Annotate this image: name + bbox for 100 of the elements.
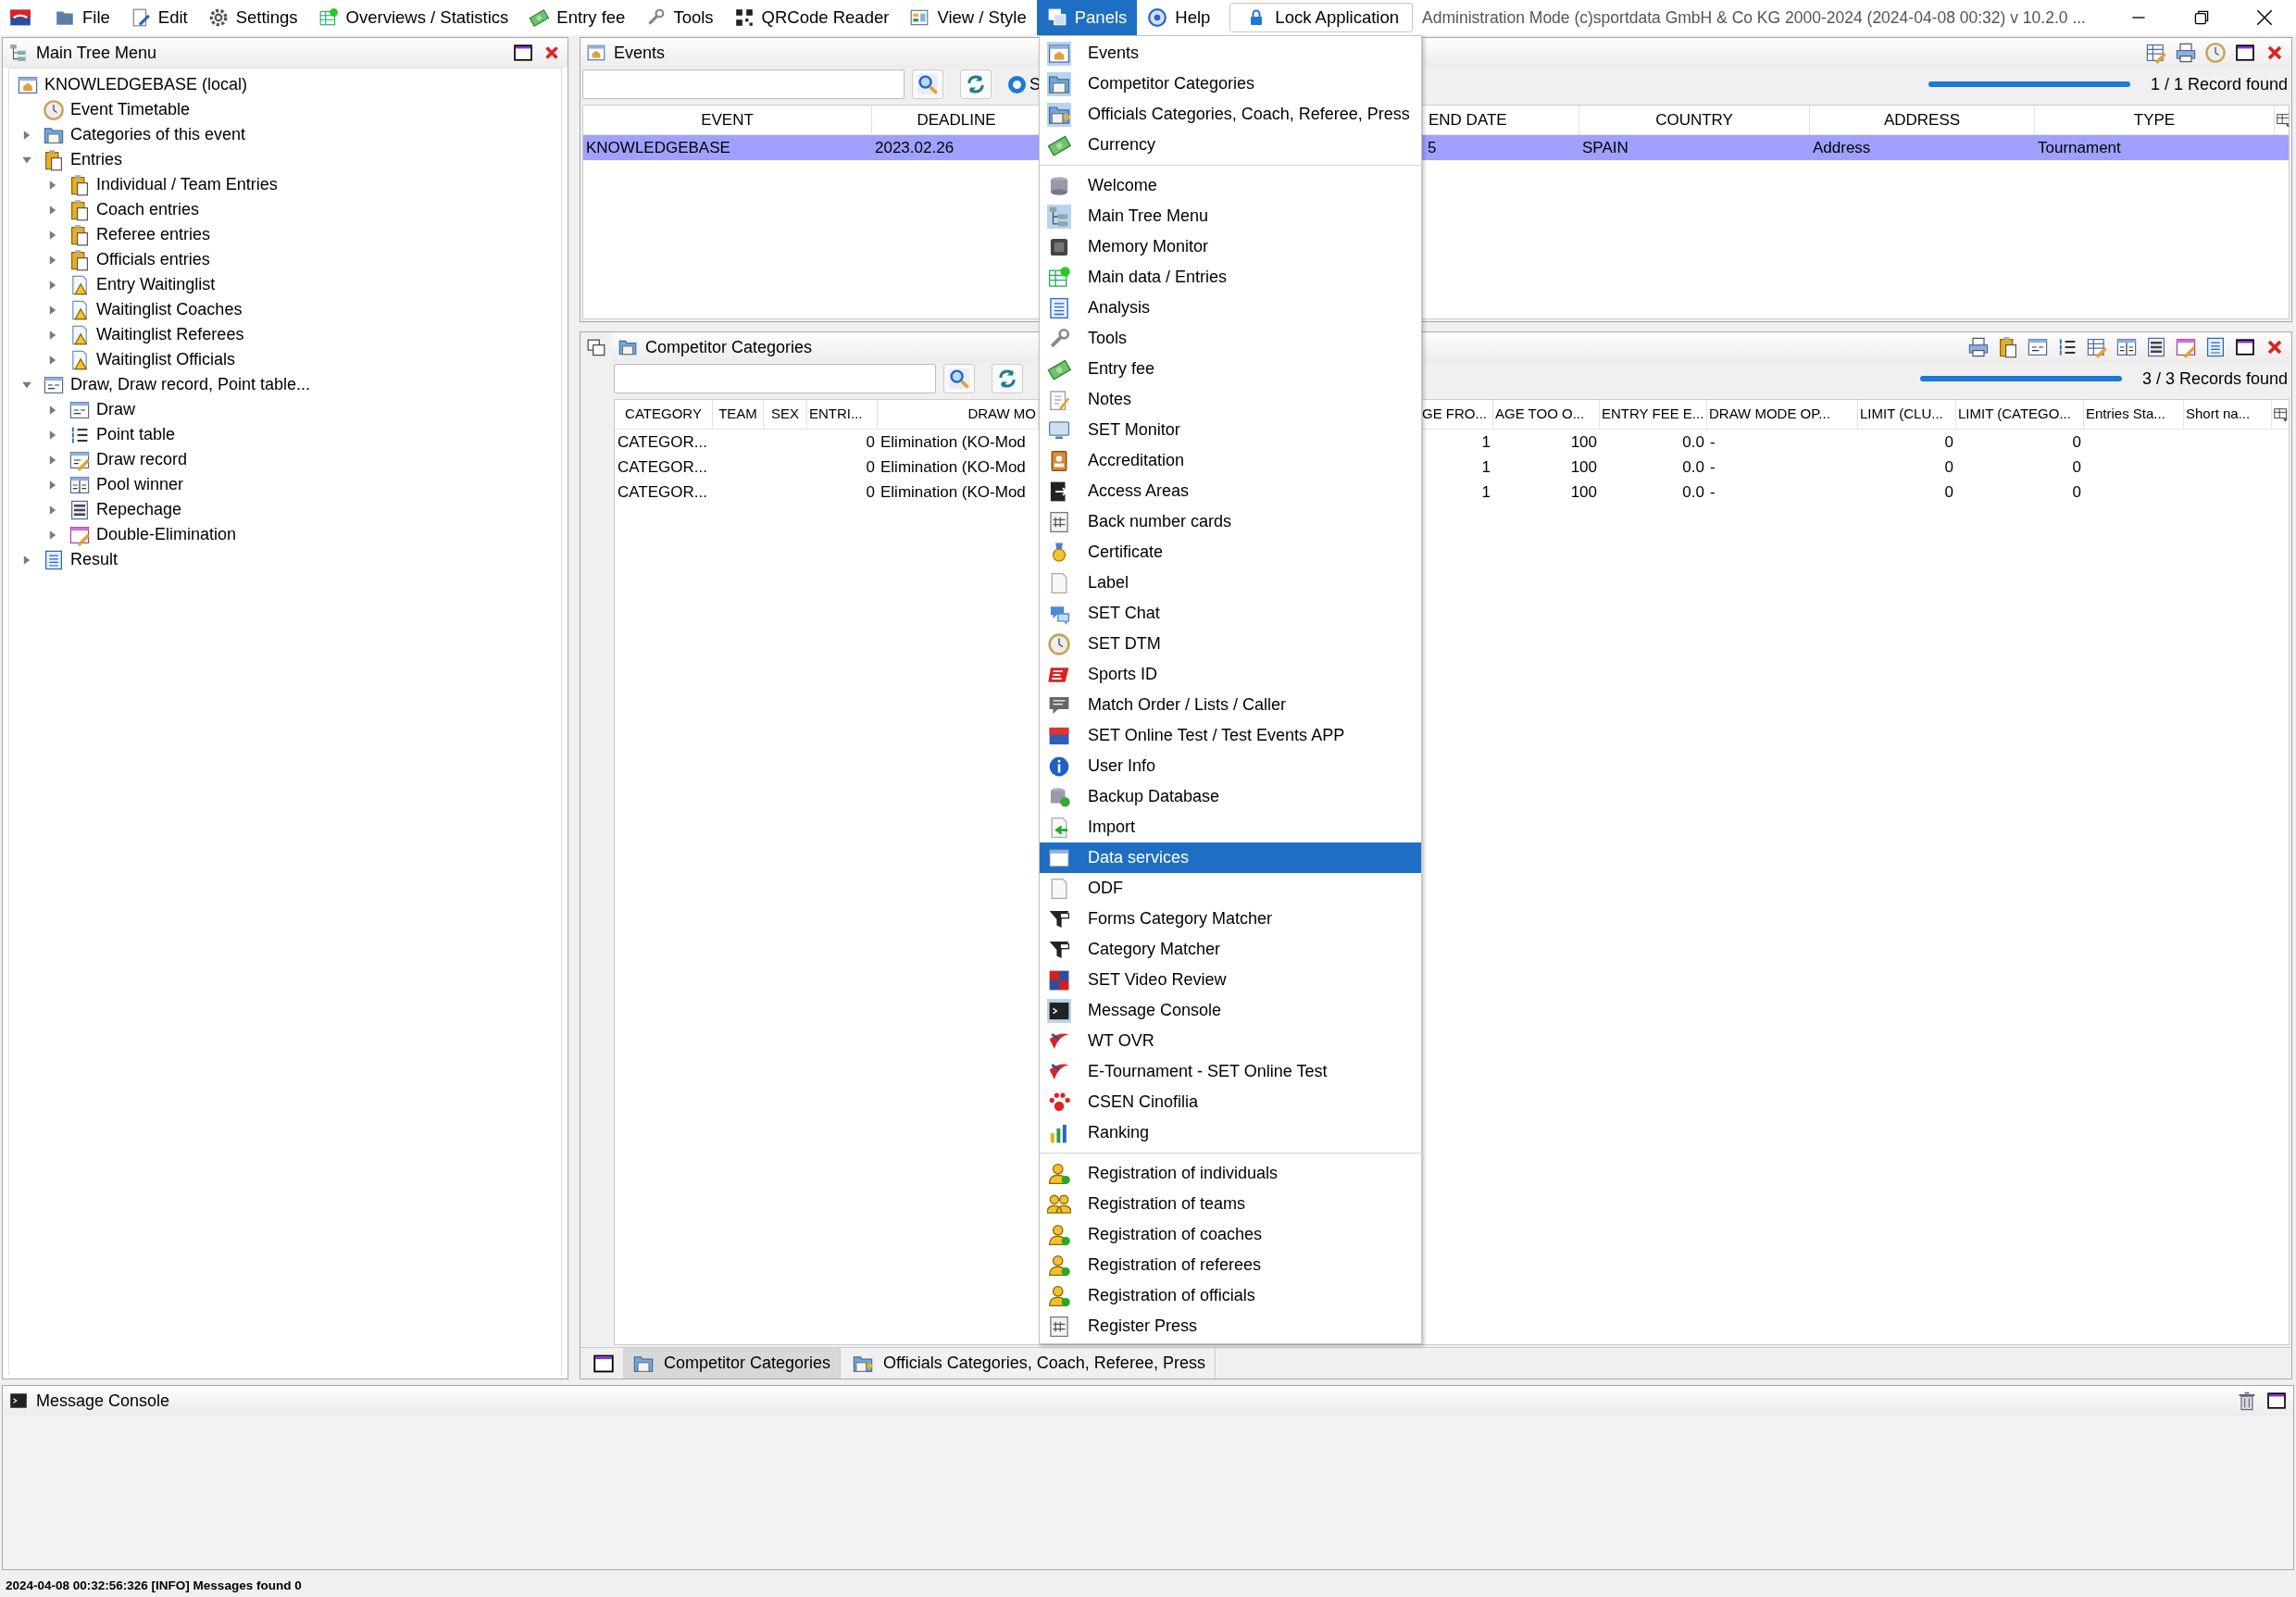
pencil-table-icon[interactable] xyxy=(2086,336,2108,358)
tree-item[interactable]: Point table xyxy=(9,422,561,447)
menu-item[interactable]: Analysis xyxy=(1040,293,1421,323)
menu-item[interactable]: View / Style xyxy=(899,0,1037,35)
tree-item[interactable]: Waitinglist Officials xyxy=(9,347,561,372)
tree-item[interactable]: Referee entries xyxy=(9,222,561,247)
menu-item[interactable]: Import xyxy=(1040,812,1421,842)
menu-item[interactable]: File xyxy=(44,0,120,35)
menu-item[interactable]: Sports ID xyxy=(1040,659,1421,690)
menu-item[interactable]: Access Areas xyxy=(1040,476,1421,506)
tree-item[interactable]: Draw, Draw record, Point table... xyxy=(9,372,561,397)
radio-dot[interactable] xyxy=(1008,75,1026,94)
menu-item[interactable]: WT OVR xyxy=(1040,1026,1421,1056)
tree-item[interactable]: Waitinglist Coaches xyxy=(9,297,561,322)
tree-item[interactable]: Double-Elimination xyxy=(9,522,561,547)
menu-item[interactable]: Edit xyxy=(119,0,198,35)
refresh-button[interactable] xyxy=(992,364,1023,393)
stack-icon[interactable] xyxy=(2145,336,2167,358)
menu-item[interactable]: SET DTM xyxy=(1040,629,1421,659)
tree-item[interactable]: Repechage xyxy=(9,497,561,522)
menu-item[interactable]: User Info xyxy=(1040,751,1421,781)
tree-item[interactable]: Result xyxy=(9,547,561,572)
list-icon[interactable] xyxy=(2204,336,2227,358)
menu-item[interactable]: Backup Database xyxy=(1040,781,1421,812)
tree-item[interactable]: Waitinglist Referees xyxy=(9,322,561,347)
tree-item[interactable]: Draw record xyxy=(9,447,561,472)
menu-item[interactable]: Register Press xyxy=(1040,1311,1421,1341)
menu-item[interactable]: Category Matcher xyxy=(1040,934,1421,965)
search-button[interactable] xyxy=(912,69,943,99)
menu-item[interactable]: Memory Monitor xyxy=(1040,231,1421,262)
menu-item[interactable]: Data services xyxy=(1040,842,1421,873)
menu-item[interactable]: SET Chat xyxy=(1040,598,1421,629)
menu-item[interactable]: Help xyxy=(1137,0,1221,35)
menu-item[interactable]: Registration of individuals xyxy=(1040,1158,1421,1189)
pencil-table-icon[interactable] xyxy=(2145,42,2167,64)
grid-icon[interactable] xyxy=(2115,336,2138,358)
lock-button[interactable]: Lock Application xyxy=(1229,3,1414,32)
menu-item[interactable]: Tools xyxy=(1040,323,1421,354)
menu-item[interactable]: Settings xyxy=(197,0,308,35)
menu-item[interactable]: Back number cards xyxy=(1040,506,1421,537)
menu-item[interactable]: Overviews / Statistics xyxy=(307,0,519,35)
printer-icon[interactable] xyxy=(1967,336,1990,358)
menu-item[interactable]: Main data / Entries xyxy=(1040,262,1421,293)
menu-item[interactable]: QRCode Reader xyxy=(723,0,900,35)
menu-item[interactable]: Main Tree Menu xyxy=(1040,201,1421,231)
menu-item[interactable]: CSEN Cinofilia xyxy=(1040,1087,1421,1117)
menu-item[interactable]: Registration of officials xyxy=(1040,1280,1421,1311)
tree-item[interactable]: Officials entries xyxy=(9,247,561,272)
tree-item[interactable]: Event Timetable xyxy=(9,97,561,122)
column-header: END DATE xyxy=(1425,106,1579,134)
maximize-icon[interactable] xyxy=(2234,42,2256,64)
tree-item[interactable]: Draw xyxy=(9,397,561,422)
windows-icon[interactable] xyxy=(586,338,606,358)
menu-item[interactable]: Officials Categories, Coach, Referee, Press xyxy=(1040,99,1421,130)
search-field[interactable] xyxy=(614,364,936,393)
bracket-icon[interactable] xyxy=(2027,336,2049,358)
search-button[interactable] xyxy=(943,364,975,393)
column-chooser-icon[interactable] xyxy=(2276,111,2289,129)
tree-item[interactable]: Individual / Team Entries xyxy=(9,172,561,197)
tree-item[interactable]: Pool winner xyxy=(9,472,561,497)
menu-item[interactable]: Panels xyxy=(1036,0,1138,35)
close-icon[interactable] xyxy=(2254,7,2275,28)
menu-item[interactable]: Match Order / Lists / Caller xyxy=(1040,690,1421,720)
menu-item[interactable]: Message Console xyxy=(1040,995,1421,1026)
printer-icon[interactable] xyxy=(2175,42,2197,64)
menu-item[interactable]: Label xyxy=(1040,568,1421,598)
menu-item[interactable]: SET Online Test / Test Events APP xyxy=(1040,720,1421,751)
menu-item[interactable]: Entry fee xyxy=(518,0,636,35)
pencil-table-icon[interactable] xyxy=(2175,336,2197,358)
tree-item[interactable]: Entries xyxy=(9,147,561,172)
menu-item[interactable]: Forms Category Matcher xyxy=(1040,904,1421,934)
menu-item[interactable]: Notes xyxy=(1040,384,1421,415)
menu-item[interactable]: SET Monitor xyxy=(1040,415,1421,445)
menu-item[interactable]: Competitor Categories xyxy=(1040,69,1421,99)
menu-item[interactable]: Certificate xyxy=(1040,537,1421,568)
menu-item[interactable]: Accreditation xyxy=(1040,445,1421,476)
menu-item[interactable]: SET Video Review xyxy=(1040,965,1421,995)
refresh-button[interactable] xyxy=(960,69,992,99)
clipboard-icon[interactable] xyxy=(1997,336,2019,358)
menu-item[interactable]: Registration of coaches xyxy=(1040,1219,1421,1250)
maximize-icon[interactable] xyxy=(512,42,534,64)
clock-icon[interactable] xyxy=(2204,42,2227,64)
panel-tab[interactable]: Competitor Categories xyxy=(623,1348,842,1379)
column-chooser-icon[interactable] xyxy=(2273,405,2289,423)
maximize-icon[interactable] xyxy=(2234,336,2256,358)
menu-item[interactable]: ODF xyxy=(1040,873,1421,904)
tree-item[interactable]: KNOWLEDGEBASE (local) xyxy=(9,72,561,97)
search-field[interactable] xyxy=(582,69,905,99)
menu-item[interactable]: Welcome xyxy=(1040,170,1421,201)
menu-item[interactable]: E-Tournament - SET Online Test xyxy=(1040,1056,1421,1087)
tree-item[interactable]: Coach entries xyxy=(9,197,561,222)
menu-item[interactable]: Registration of teams xyxy=(1040,1189,1421,1219)
menu-item[interactable]: Events xyxy=(1040,38,1421,69)
menu-item[interactable]: Entry fee xyxy=(1040,354,1421,384)
menu-item[interactable]: Ranking xyxy=(1040,1117,1421,1148)
menu-item[interactable]: Registration of referees xyxy=(1040,1250,1421,1280)
tree-item[interactable]: Entry Waitinglist xyxy=(9,272,561,297)
tree-item[interactable]: Categories of this event xyxy=(9,122,561,147)
menu-item[interactable]: Tools xyxy=(635,0,724,35)
maximize-icon[interactable] xyxy=(2265,1390,2288,1412)
